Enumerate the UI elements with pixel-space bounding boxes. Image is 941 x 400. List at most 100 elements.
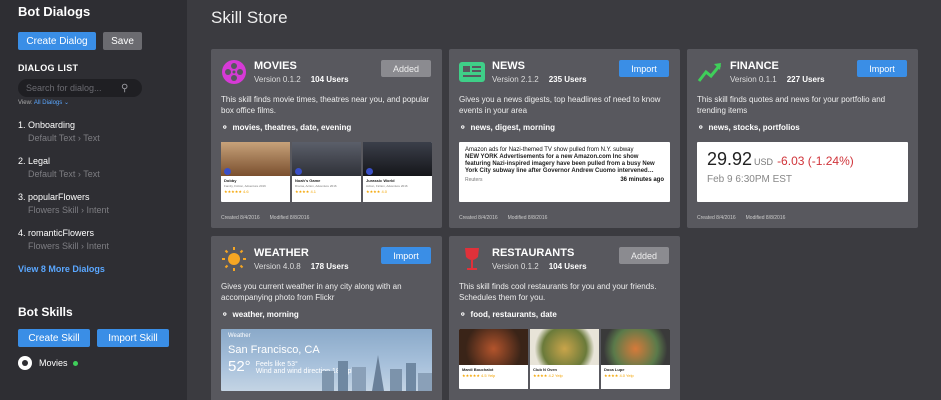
created-date: Created 8/4/2016 [459, 215, 498, 221]
movie-thumb: Jurassic World Action, Fiction, Adventur… [363, 142, 432, 202]
dialog-list: 1. Onboarding Default Text › Text 2. Leg… [18, 120, 169, 251]
film-reel-icon [18, 356, 32, 370]
restaurant-rating: ★★★★ 4.2 Yelp [533, 373, 563, 378]
stock-date: Feb 9 6:30PM EST [707, 174, 793, 185]
movie-poster [363, 142, 432, 176]
movie-rating: ★★★★ 4.1 [295, 189, 317, 194]
skill-name: RESTAURANTS [492, 247, 575, 259]
restaurant-rating: ★★★★ 4.0 Yelp [604, 373, 634, 378]
import-skill-button[interactable]: Import Skill [97, 329, 169, 347]
news-footer: Reuters 36 minutes ago [465, 177, 664, 183]
skill-meta: Created 8/4/2016 Modified 8/8/2016 [697, 215, 795, 221]
view-select[interactable]: All Dialogs ⌄ [34, 100, 69, 106]
skill-name: MOVIES [254, 60, 297, 72]
import-button[interactable]: Import [381, 247, 431, 264]
news-body: NEW YORK Advertisements for a new Amazon… [465, 154, 655, 174]
save-button[interactable]: Save [103, 32, 142, 50]
skill-description: This skill finds quotes and news for you… [697, 95, 886, 115]
skill-description: This skill finds movie times, theatres n… [221, 95, 430, 115]
created-date: Created 8/4/2016 [697, 215, 736, 221]
dialog-search[interactable]: ⚲ [18, 79, 142, 97]
dialog-actions: Create Dialog Save [18, 32, 169, 50]
movie-sub: Family, Fiction, Adventure 2016 [224, 184, 266, 188]
tag-icon: ⚬ [459, 309, 467, 319]
skill-name: NEWS [492, 60, 525, 72]
dialog-item[interactable]: 4. romanticFlowers Flowers Skill › Inten… [18, 228, 169, 251]
tag-icon: ⚬ [221, 122, 229, 132]
restaurant-thumb: Club N Oven ★★★★ 4.2 Yelp [530, 329, 599, 389]
food-photo [459, 329, 528, 365]
version-text: Version 0.1.2 [492, 262, 539, 271]
trending-up-icon [697, 63, 722, 82]
dialog-item[interactable]: 1. Onboarding Default Text › Text [18, 120, 169, 143]
view-label: View: [18, 100, 33, 106]
dialog-name: 1. Onboarding [18, 120, 76, 130]
restaurant-name: Club N Oven [533, 367, 558, 372]
skill-item-movies[interactable]: Movies [18, 356, 169, 370]
movie-sub: Drama, Action, Adventure 2016 [295, 184, 337, 188]
dialog-name: 3. popularFlowers [18, 192, 90, 202]
page-title: Skill Store [211, 8, 288, 27]
view-more-dialogs-link[interactable]: View 8 More Dialogs [18, 264, 169, 274]
chevron-down-icon: ⌄ [63, 100, 69, 106]
city-skyline-image [322, 355, 432, 391]
tag-icon: ⚬ [459, 122, 467, 132]
restaurant-name: Doca Lupe [604, 367, 625, 372]
dialog-item[interactable]: 2. Legal Default Text › Text [18, 156, 169, 179]
newspaper-icon [459, 62, 485, 82]
version-text: Version 2.1.2 [492, 75, 539, 84]
users-count: 235 Users [548, 75, 587, 84]
users-count: 178 Users [310, 262, 349, 271]
food-photo [601, 329, 670, 365]
modified-date: Modified 8/8/2016 [269, 215, 310, 221]
skill-name: Movies [39, 358, 68, 368]
restaurants-preview: Mardi Bouchalot ★★★★★ 4.5 Yelp Club N Ov… [459, 329, 670, 389]
restaurant-rating: ★★★★★ 4.5 Yelp [462, 373, 496, 378]
skill-description: This skill finds cool restaurants for yo… [459, 282, 657, 302]
import-button[interactable]: Import [619, 60, 669, 77]
restaurant-thumb: Doca Lupe ★★★★ 4.0 Yelp [601, 329, 670, 389]
news-source: Reuters [465, 177, 483, 183]
users-count: 104 Users [310, 75, 349, 84]
tags-text: news, digest, morning [470, 123, 555, 132]
sidebar-title: Bot Dialogs [18, 4, 91, 19]
movies-preview: Dobby Family, Fiction, Adventure 2016 ★★… [221, 142, 432, 202]
sun-icon [222, 247, 246, 271]
dialog-list-heading: DIALOG LIST [18, 63, 79, 73]
weather-temp: 52° [228, 358, 251, 375]
dialog-subtitle: Flowers Skill › Intent [28, 205, 110, 215]
skill-version: Version 0.1.2 104 Users [492, 262, 587, 271]
added-button[interactable]: Added [619, 247, 669, 264]
skill-card-finance: FINANCE Version 0.1.1 227 Users Import Th… [687, 49, 918, 228]
search-icon[interactable]: ⚲ [121, 83, 128, 94]
import-button[interactable]: Import [857, 60, 907, 77]
weather-preview: Weather San Francisco, CA 52° Feels like… [221, 329, 432, 391]
movie-title: Dobby [224, 178, 237, 183]
modified-date: Modified 8/8/2016 [507, 215, 548, 221]
skill-version: Version 0.1.1 227 Users [730, 75, 825, 84]
added-button[interactable]: Added [381, 60, 431, 77]
stock-change: -6.03 (-1.24%) [777, 154, 854, 168]
play-icon [366, 168, 373, 175]
movie-rating: ★★★★★ 4.6 [224, 189, 249, 194]
restaurant-thumb: Mardi Bouchalot ★★★★★ 4.5 Yelp [459, 329, 528, 389]
skill-name: FINANCE [730, 60, 779, 72]
dialog-item[interactable]: 3. popularFlowers Flowers Skill › Intent [18, 192, 169, 215]
skill-version: Version 0.1.2 104 Users [254, 75, 349, 84]
finance-preview: 29.92 USD -6.03 (-1.24%) Feb 9 6:30PM EST [697, 142, 908, 202]
view-filter: View: All Dialogs ⌄ [18, 99, 169, 106]
dialog-search-input[interactable] [26, 83, 121, 93]
play-icon [295, 168, 302, 175]
skill-card-movies: MOVIES Version 0.1.2 104 Users Added This… [211, 49, 442, 228]
weather-label: Weather [228, 333, 251, 339]
dialog-name: 2. Legal [18, 156, 51, 166]
movie-thumb: Dobby Family, Fiction, Adventure 2016 ★★… [221, 142, 290, 202]
create-dialog-button[interactable]: Create Dialog [18, 32, 96, 50]
create-skill-button[interactable]: Create Skill [18, 329, 90, 347]
skill-tags: ⚬ news, stocks, portfolios [697, 122, 908, 133]
tags-text: movies, theatres, date, evening [232, 123, 352, 132]
movie-title: Jurassic World [366, 178, 395, 183]
skill-tags: ⚬ movies, theatres, date, evening [221, 122, 432, 133]
film-reel-icon [222, 60, 246, 84]
tags-text: weather, morning [232, 310, 299, 319]
